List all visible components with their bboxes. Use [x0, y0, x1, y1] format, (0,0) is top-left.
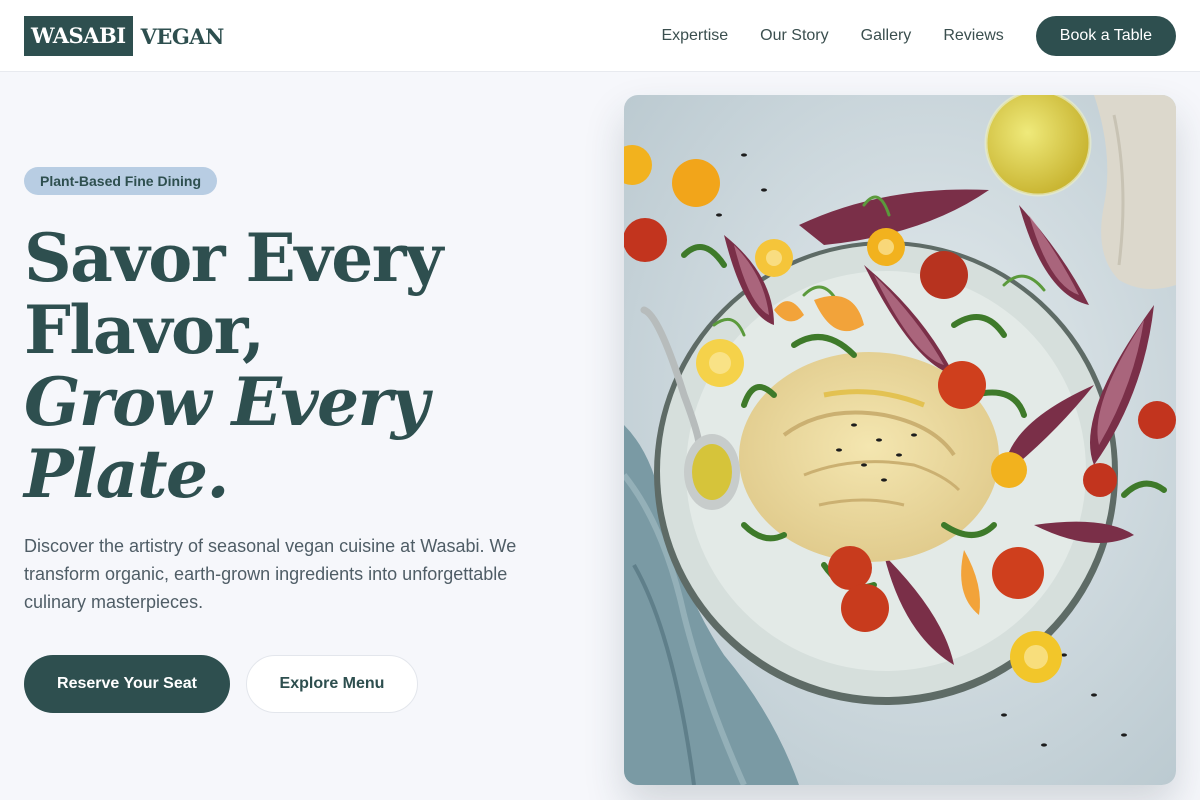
headline-line-4: Plate.: [24, 435, 229, 513]
site-header: WASABI VEGAN Expertise Our Story Gallery…: [0, 0, 1200, 72]
headline-line-2: Flavor,: [24, 291, 265, 369]
logo[interactable]: WASABI VEGAN: [24, 16, 224, 56]
nav-link-reviews[interactable]: Reviews: [943, 27, 1003, 45]
main-nav: Expertise Our Story Gallery Reviews Book…: [661, 16, 1176, 56]
logo-wordmark: VEGAN: [140, 23, 225, 49]
logo-mark: WASABI: [24, 16, 133, 56]
hero-food-image: [624, 95, 1176, 785]
food-plate-illustration: [624, 95, 1176, 785]
nav-link-gallery[interactable]: Gallery: [861, 27, 912, 45]
hero-badge: Plant-Based Fine Dining: [24, 167, 218, 195]
headline-line-1: Savor Every: [24, 219, 443, 297]
reserve-seat-button[interactable]: Reserve Your Seat: [24, 655, 230, 713]
nav-link-expertise[interactable]: Expertise: [661, 27, 728, 45]
hero-headline: Savor Every Flavor, Grow Every Plate.: [24, 222, 584, 510]
hero-description: Discover the artistry of seasonal vegan …: [24, 536, 517, 612]
headline-line-3: Grow Every: [24, 363, 429, 441]
nav-link-our-story[interactable]: Our Story: [760, 27, 828, 45]
explore-menu-button[interactable]: Explore Menu: [246, 655, 418, 713]
book-table-button[interactable]: Book a Table: [1035, 16, 1176, 56]
